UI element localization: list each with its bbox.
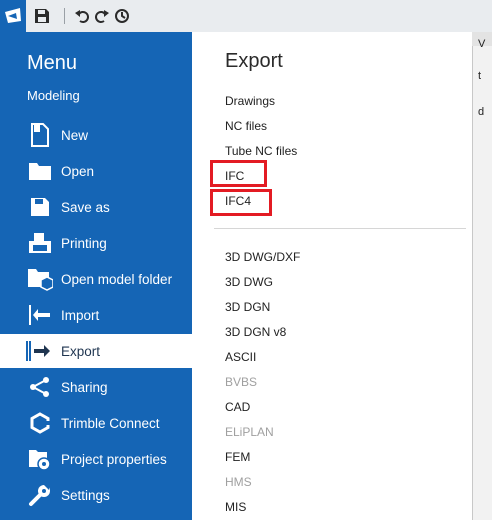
- export-item-bvbs: BVBS: [225, 375, 258, 389]
- export-item-mis[interactable]: MIS: [225, 500, 246, 514]
- save-icon: [27, 195, 53, 219]
- ifc4-highlight-box: [210, 189, 272, 216]
- menu-item-label: Sharing: [61, 379, 108, 395]
- menu-item-open-model-folder[interactable]: Open model folder: [0, 262, 192, 296]
- menu-item-open[interactable]: Open: [0, 154, 192, 188]
- export-item-hms: HMS: [225, 475, 252, 489]
- export-item-eliplan: ELiPLAN: [225, 425, 274, 439]
- model-folder-icon: [27, 267, 53, 291]
- export-item-ascii[interactable]: ASCII: [225, 350, 256, 364]
- redo-icon[interactable]: [92, 6, 112, 26]
- export-item-cad[interactable]: CAD: [225, 400, 250, 414]
- folder-icon: [27, 159, 53, 183]
- app-logo-icon[interactable]: [0, 0, 26, 32]
- menu-item-sharing[interactable]: Sharing: [0, 370, 192, 404]
- menu-item-label: Save as: [61, 199, 110, 215]
- menu-item-import[interactable]: Import: [0, 298, 192, 332]
- menu-item-label: Printing: [61, 235, 107, 251]
- background-text-fragment: V: [478, 38, 486, 50]
- new-file-icon: [27, 123, 53, 147]
- export-item-3d-dwg[interactable]: 3D DWG: [225, 275, 273, 289]
- menu-item-new[interactable]: New: [0, 118, 192, 152]
- printer-icon: [27, 231, 53, 255]
- project-properties-icon: [27, 447, 53, 471]
- export-panel: Export Drawings NC files Tube NC files I…: [192, 32, 472, 520]
- trimble-connect-icon: [27, 411, 53, 435]
- menu-item-project-properties[interactable]: Project properties: [0, 442, 192, 476]
- export-item-3d-dgn[interactable]: 3D DGN: [225, 300, 270, 314]
- background-text-fragment: t: [478, 70, 482, 82]
- menu-subtitle: Modeling: [27, 88, 80, 103]
- export-item-3d-dwg-dxf[interactable]: 3D DWG/DXF: [225, 250, 300, 264]
- export-icon: [27, 339, 53, 363]
- export-item-nc-files[interactable]: NC files: [225, 119, 267, 133]
- menu-item-label: New: [61, 127, 89, 143]
- menu-item-label: Trimble Connect: [61, 415, 160, 431]
- background-text-fragment: d: [478, 106, 485, 118]
- backstage-menu: Menu Modeling New Open Save as Printing …: [0, 32, 192, 520]
- menu-item-printing[interactable]: Printing: [0, 226, 192, 260]
- export-divider: [214, 228, 466, 229]
- menu-item-label: Export: [61, 343, 101, 359]
- menu-item-settings[interactable]: Settings: [0, 478, 192, 512]
- export-title: Export: [225, 50, 283, 72]
- menu-item-export[interactable]: Export: [0, 334, 192, 368]
- quick-access-toolbar: [0, 0, 492, 33]
- export-item-tube-nc-files[interactable]: Tube NC files: [225, 144, 297, 158]
- save-icon[interactable]: [32, 6, 52, 26]
- menu-title: Menu: [27, 52, 78, 74]
- share-icon: [27, 375, 53, 399]
- settings-icon: [27, 483, 53, 507]
- export-item-drawings[interactable]: Drawings: [225, 94, 275, 108]
- menu-item-trimble-connect[interactable]: Trimble Connect: [0, 406, 192, 440]
- menu-item-label: Project properties: [61, 451, 167, 467]
- menu-item-label: Import: [61, 307, 100, 323]
- export-item-3d-dgn-v8[interactable]: 3D DGN v8: [225, 325, 286, 339]
- ifc-highlight-box: [210, 160, 267, 187]
- import-icon: [27, 303, 53, 327]
- menu-item-label: Open model folder: [61, 271, 173, 287]
- toolbar-separator: [64, 8, 65, 24]
- history-icon[interactable]: [112, 6, 132, 26]
- menu-item-label: Settings: [61, 487, 110, 503]
- menu-item-label: Open: [61, 163, 95, 179]
- undo-icon[interactable]: [72, 6, 92, 26]
- menu-item-save-as[interactable]: Save as: [0, 190, 192, 224]
- export-item-fem[interactable]: FEM: [225, 450, 250, 464]
